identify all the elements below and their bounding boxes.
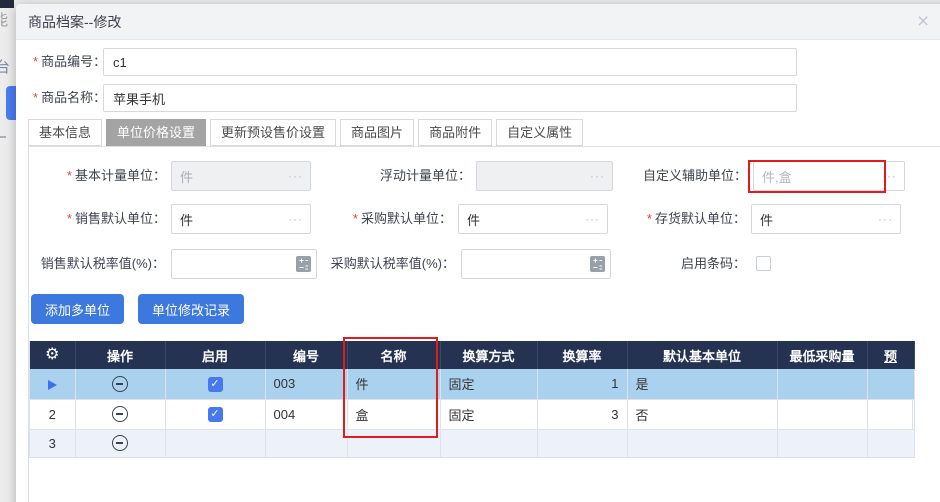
sales-unit-picker[interactable]: 件 ···	[171, 204, 311, 234]
sales-unit-label: *销售默认单位：	[29, 204, 166, 234]
background-nav-text: 能	[0, 9, 8, 30]
required-asterisk: *	[67, 211, 72, 226]
screen: 能 台 商品档案--修改 × *商品编号： *商品名称： 基本信息 单位价格设置…	[0, 0, 940, 502]
custom-aux-unit-picker[interactable]: 件,盒 ···	[753, 161, 905, 191]
required-asterisk: *	[33, 54, 38, 69]
selected-row-arrow-icon	[48, 380, 57, 390]
col-operation: 操作	[75, 341, 165, 369]
cell-is-base: 否	[627, 399, 777, 429]
product-name-label: *商品名称：	[33, 84, 106, 112]
cell-rate: 3	[537, 399, 627, 429]
dialog-titlebar: 商品档案--修改 ×	[16, 4, 940, 40]
basic-unit-label: *基本计量单位：	[29, 161, 166, 191]
background-side-text: 台	[0, 56, 10, 77]
purchase-tax-label: 采购默认税率值(%)：	[295, 249, 455, 279]
cell-code: 003	[265, 369, 347, 399]
table-header-row: ⚙ 操作 启用 编号 名称 换算方式 换算率 默认基本单位 最低采购量 预	[30, 341, 914, 369]
col-conversion-method: 换算方式	[440, 341, 537, 369]
background-header-fragment	[0, 0, 14, 8]
col-name: 名称	[347, 341, 440, 369]
tab-custom-attributes[interactable]: 自定义属性	[496, 119, 583, 146]
cell-code: 004	[265, 399, 347, 429]
remove-row-icon[interactable]	[112, 376, 128, 392]
unit-price-panel: *基本计量单位： 件 ··· 浮动计量单位： ··· 自定义辅助单位： 件,盒 …	[28, 146, 940, 502]
product-code-input[interactable]	[104, 49, 796, 75]
required-asterisk: *	[353, 211, 358, 226]
required-asterisk: *	[33, 90, 38, 105]
barcode-enable-checkbox[interactable]	[756, 256, 771, 271]
background-dash	[0, 136, 6, 138]
ellipsis-picker-icon[interactable]: ···	[882, 169, 904, 183]
table-row[interactable]: 2 ✓ 004 盒 固定 3 否	[30, 399, 914, 429]
cell-method: 固定	[440, 399, 537, 429]
col-code: 编号	[265, 341, 347, 369]
product-name-input[interactable]	[104, 85, 796, 111]
row-number: 2	[30, 399, 75, 429]
cell-rate: 1	[537, 369, 627, 399]
sales-tax-label: 销售默认税率值(%)：	[29, 249, 165, 279]
stock-unit-label: *存货默认单位：	[589, 204, 746, 234]
product-code-label: *商品编号：	[33, 48, 106, 76]
ellipsis-picker-icon[interactable]: ···	[878, 212, 900, 226]
product-code-field-box	[103, 48, 797, 76]
col-enabled: 启用	[165, 341, 265, 369]
custom-aux-unit-label: 自定义辅助单位：	[589, 161, 747, 191]
add-units-button[interactable]: 添加多单位	[31, 294, 124, 324]
cell-method: 固定	[440, 369, 537, 399]
product-name-field-box	[103, 84, 797, 112]
table-row[interactable]: 3	[30, 429, 914, 457]
cell-name: 盒	[347, 399, 440, 429]
units-table: ⚙ 操作 启用 编号 名称 换算方式 换算率 默认基本单位 最低采购量 预	[29, 341, 913, 458]
cell-name: 件	[347, 369, 440, 399]
unit-modify-record-button[interactable]: 单位修改记录	[138, 294, 244, 324]
purchase-unit-label: *采购默认单位：	[319, 204, 452, 234]
col-default-base-unit: 默认基本单位	[627, 341, 777, 369]
required-asterisk: *	[67, 168, 72, 183]
col-conversion-rate: 换算率	[537, 341, 627, 369]
tab-product-attachments[interactable]: 商品附件	[418, 119, 492, 146]
remove-row-icon[interactable]	[112, 435, 128, 451]
stock-unit-picker[interactable]: 件 ···	[751, 204, 901, 234]
table-row-selected[interactable]: ✓ 003 件 固定 1 是	[30, 369, 914, 399]
product-archive-dialog: 商品档案--修改 × *商品编号： *商品名称： 基本信息 单位价格设置 更新预…	[16, 4, 940, 502]
purchase-unit-picker[interactable]: 件 ···	[458, 204, 608, 234]
enabled-checkbox[interactable]: ✓	[208, 407, 223, 422]
close-icon[interactable]: ×	[917, 11, 929, 33]
enabled-checkbox[interactable]: ✓	[208, 377, 223, 392]
cell-is-base: 是	[627, 369, 777, 399]
tab-unit-price-settings[interactable]: 单位价格设置	[106, 119, 206, 146]
gear-icon[interactable]: ⚙	[45, 346, 59, 363]
tab-product-images[interactable]: 商品图片	[340, 119, 414, 146]
col-preset-truncated: 预	[867, 341, 914, 369]
basic-unit-picker: 件 ···	[171, 161, 311, 191]
barcode-enable-label: 启用条码：	[589, 249, 746, 279]
ellipsis-picker-icon[interactable]: ···	[288, 212, 310, 226]
floating-unit-label: 浮动计量单位：	[319, 161, 471, 191]
col-min-purchase-qty: 最低采购量	[777, 341, 867, 369]
tab-basic-info[interactable]: 基本信息	[28, 119, 102, 146]
remove-row-icon[interactable]	[112, 406, 128, 422]
tab-update-preset-price[interactable]: 更新预设售价设置	[210, 119, 336, 146]
column-settings-header[interactable]: ⚙	[30, 341, 75, 369]
row-number: 3	[30, 429, 75, 457]
dialog-title: 商品档案--修改	[28, 4, 121, 40]
dialog-tabs: 基本信息 单位价格设置 更新预设售价设置 商品图片 商品附件 自定义属性	[28, 119, 587, 146]
required-asterisk: *	[647, 211, 652, 226]
ellipsis-picker-icon[interactable]: ···	[288, 169, 310, 183]
